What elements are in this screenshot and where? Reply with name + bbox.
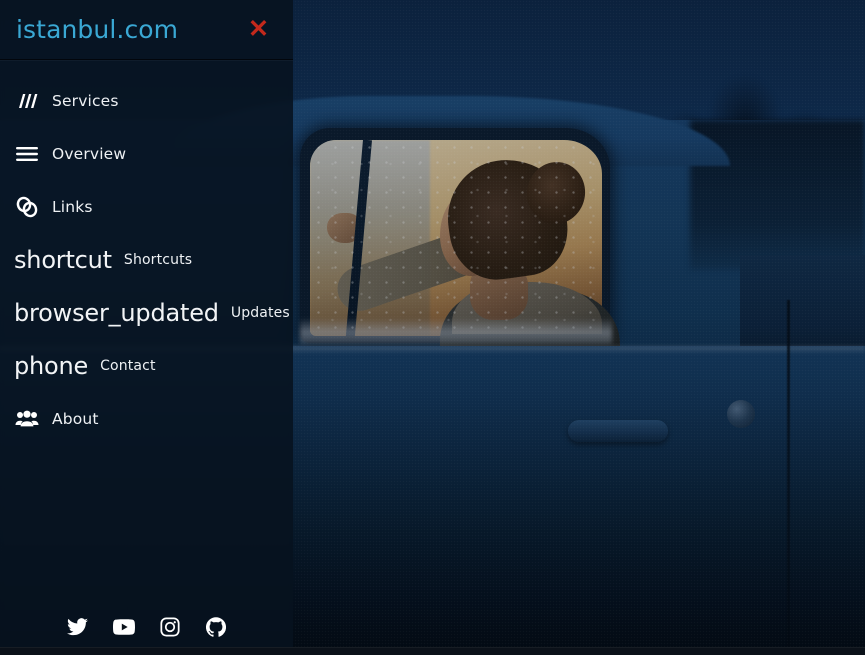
sort-slanted-icon xyxy=(14,88,40,114)
youtube-icon[interactable] xyxy=(112,615,136,639)
sidebar-item-updates[interactable]: browser_updated Updates xyxy=(0,286,293,339)
page-root: istanbul.com ✕ Services Overview Links s… xyxy=(0,0,865,655)
sidebar-item-label: Overview xyxy=(52,144,127,163)
sidebar-nav: Services Overview Links shortcut Shortcu… xyxy=(0,60,293,445)
browser-updated-icon: browser_updated xyxy=(14,298,219,327)
brand-title: istanbul.com xyxy=(16,15,179,44)
sidebar-item-label: Contact xyxy=(100,357,156,374)
bottom-strip xyxy=(0,647,865,655)
sidebar-item-overview[interactable]: Overview xyxy=(0,127,293,180)
sidebar-item-label: About xyxy=(52,409,99,428)
instagram-icon[interactable] xyxy=(158,615,182,639)
glass-snow-speckles xyxy=(310,140,602,336)
github-icon[interactable] xyxy=(204,615,228,639)
phone-icon: phone xyxy=(14,351,89,380)
sidebar-item-label: Shortcuts xyxy=(123,251,193,268)
rear-cab-shadow xyxy=(690,120,865,270)
link-chain-icon xyxy=(14,194,40,220)
window-snow-band xyxy=(300,318,612,344)
sidebar-header: istanbul.com ✕ xyxy=(0,0,293,60)
sidebar-item-services[interactable]: Services xyxy=(0,74,293,127)
shortcut-icon: shortcut xyxy=(14,245,112,274)
close-icon[interactable]: ✕ xyxy=(242,15,275,44)
body-panel-seam xyxy=(787,300,790,655)
sidebar-menu: istanbul.com ✕ Services Overview Links s… xyxy=(0,0,293,655)
sidebar-item-label: Links xyxy=(52,197,93,216)
sidebar-item-about[interactable]: About xyxy=(0,392,293,445)
groups-icon xyxy=(14,406,40,432)
sidebar-item-label: Updates xyxy=(230,304,290,321)
menu-hamburger-icon xyxy=(14,141,40,167)
twitter-icon[interactable] xyxy=(66,615,90,639)
door-lock xyxy=(727,400,755,428)
sidebar-item-contact[interactable]: phone Contact xyxy=(0,339,293,392)
door-handle xyxy=(568,420,668,442)
sidebar-item-shortcuts[interactable]: shortcut Shortcuts xyxy=(0,233,293,286)
sidebar-item-links[interactable]: Links xyxy=(0,180,293,233)
sidebar-item-label: Services xyxy=(52,91,119,110)
